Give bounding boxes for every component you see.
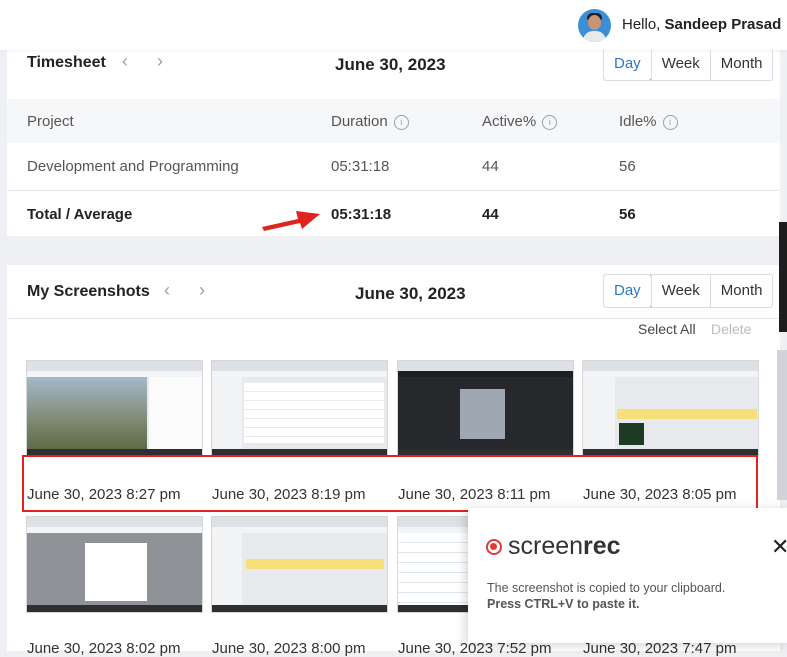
screenshot-thumbnail[interactable] xyxy=(397,360,574,457)
greeting-prefix: Hello, xyxy=(622,16,661,33)
screenshot-thumbnail[interactable] xyxy=(211,516,388,613)
duration-value: 05:31:18 xyxy=(331,158,390,175)
info-icon[interactable]: i xyxy=(662,115,678,130)
timesheet-view-toggle: Day Week Month xyxy=(603,47,774,81)
screenshot-thumbnail[interactable] xyxy=(211,360,388,457)
screenshot-thumbnail[interactable] xyxy=(26,360,203,457)
user-name[interactable]: Sandeep Prasad xyxy=(665,16,782,33)
timesheet-table-header: Project Duration i Active% i Idle% i xyxy=(7,99,780,143)
screenrec-logo: screenrec xyxy=(486,532,621,561)
total-row: Total / Average 05:31:18 44 56 xyxy=(7,190,780,238)
view-week-button[interactable]: Week xyxy=(650,48,710,80)
chevron-right-icon[interactable]: › xyxy=(199,280,205,301)
view-day-button[interactable]: Day xyxy=(604,275,652,307)
screenrec-toast: screenrec ✕ The screenshot is copied to … xyxy=(468,508,787,643)
timesheet-date: June 30, 2023 xyxy=(335,55,446,74)
info-icon[interactable]: i xyxy=(393,115,409,130)
col-duration: Duration i xyxy=(331,113,409,130)
chevron-right-icon[interactable]: › xyxy=(157,51,163,72)
delete-button[interactable]: Delete xyxy=(711,321,751,337)
total-idle: 56 xyxy=(619,206,636,223)
total-active: 44 xyxy=(482,206,499,223)
screenshot-time: June 30, 2023 8:00 pm xyxy=(212,640,366,657)
user-greeting: Hello, Sandeep Prasad xyxy=(622,16,781,33)
annotation-arrow-icon xyxy=(262,211,320,231)
top-bar: Hello, Sandeep Prasad xyxy=(0,0,787,50)
select-all-button[interactable]: Select All xyxy=(638,321,696,337)
active-value: 44 xyxy=(482,158,499,175)
record-icon xyxy=(486,539,502,555)
view-week-button[interactable]: Week xyxy=(650,275,710,307)
screenshots-view-toggle: Day Week Month xyxy=(603,274,774,308)
chevron-left-icon[interactable]: ‹ xyxy=(122,51,128,72)
toast-message: The screenshot is copied to your clipboa… xyxy=(487,581,726,595)
col-project: Project xyxy=(27,113,74,130)
chevron-left-icon[interactable]: ‹ xyxy=(164,280,170,301)
side-toolbar xyxy=(779,222,787,332)
total-label: Total / Average xyxy=(27,206,133,223)
annotation-highlight-box xyxy=(22,455,758,512)
view-day-button[interactable]: Day xyxy=(604,48,652,80)
project-name: Development and Programming xyxy=(27,158,239,175)
view-month-button[interactable]: Month xyxy=(709,48,773,80)
total-duration: 05:31:18 xyxy=(331,206,392,223)
screenshots-title: My Screenshots xyxy=(27,283,150,300)
screenshot-time: June 30, 2023 8:02 pm xyxy=(27,640,181,657)
col-active: Active% i xyxy=(482,113,558,130)
screenshots-date: June 30, 2023 xyxy=(355,284,466,303)
view-month-button[interactable]: Month xyxy=(709,275,773,307)
col-idle: Idle% i xyxy=(619,113,678,130)
avatar[interactable] xyxy=(578,9,611,42)
idle-value: 56 xyxy=(619,158,636,175)
close-icon[interactable]: ✕ xyxy=(771,534,787,560)
timesheet-title: Timesheet xyxy=(27,54,106,71)
info-icon[interactable]: i xyxy=(542,115,558,130)
divider xyxy=(7,318,780,319)
scrollbar[interactable] xyxy=(777,350,787,500)
screenshot-thumbnail[interactable] xyxy=(26,516,203,613)
screenshot-thumbnail[interactable] xyxy=(582,360,759,457)
table-row: Development and Programming 05:31:18 44 … xyxy=(7,143,780,190)
toast-hint: Press CTRL+V to paste it. xyxy=(487,597,640,611)
timesheet-card: Timesheet ‹ › June 30, 2023 Day Week Mon… xyxy=(7,47,780,238)
